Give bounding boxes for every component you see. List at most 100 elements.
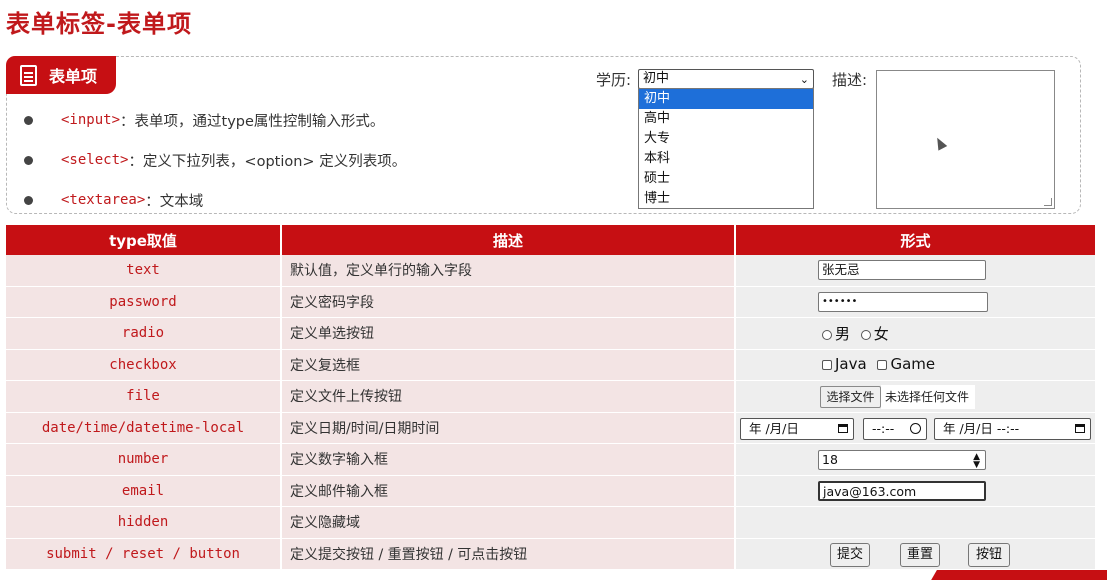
education-label: 学历: — [596, 71, 632, 89]
desc-cell: 定义提交按钮 / 重置按钮 / 可点击按钮 — [282, 538, 736, 570]
dropdown-option[interactable]: 初中 — [639, 89, 813, 109]
table-row: checkbox 定义复选框 Java Game — [6, 349, 1095, 381]
email-input[interactable]: java@163.com — [818, 480, 986, 501]
desc-cell: 默认值，定义单行的输入字段 — [282, 255, 736, 287]
type-cell: submit / reset / button — [6, 538, 282, 570]
desc-cell: 定义日期/时间/日期时间 — [282, 412, 736, 444]
table-row: number 定义数字输入框 18 ▲ ▼ — [6, 444, 1095, 476]
radio-group: 男 女 — [822, 323, 895, 344]
table-row: password 定义密码字段 •••••• — [6, 286, 1095, 318]
form-cell: 选择文件 未选择任何文件 — [736, 381, 1095, 413]
file-status-text: 未选择任何文件 — [881, 385, 975, 409]
time-value: --:-- — [872, 420, 895, 436]
page-title: 表单标签-表单项 — [6, 10, 192, 38]
table-row: file 定义文件上传按钮 选择文件 未选择任何文件 — [6, 381, 1095, 413]
desc-cell: 定义隐藏域 — [282, 507, 736, 539]
bullet-code: <textarea> — [61, 192, 146, 208]
description-textarea[interactable] — [876, 70, 1055, 209]
dropdown-option[interactable]: 硕士 — [639, 169, 813, 189]
clock-icon[interactable] — [910, 422, 921, 434]
date-value: 年 /月/日 — [749, 420, 799, 436]
desc-cell: 定义文件上传按钮 — [282, 381, 736, 413]
desc-cell: 定义复选框 — [282, 349, 736, 381]
desc-cell: 定义邮件输入框 — [282, 475, 736, 507]
table-row: submit / reset / button 定义提交按钮 / 重置按钮 / … — [6, 538, 1095, 570]
bullet-desc: ：表单项，通过type属性控制输入形式。 — [120, 113, 385, 130]
dropdown-option[interactable]: 本科 — [639, 149, 813, 169]
table-row: radio 定义单选按钮 男 女 — [6, 318, 1095, 350]
table-row: email 定义邮件输入框 java@163.com — [6, 475, 1095, 507]
bullet-dot — [24, 115, 33, 125]
table-row: hidden 定义隐藏域 — [6, 507, 1095, 539]
form-cell: java@163.com — [736, 475, 1095, 507]
submit-button[interactable]: 提交 — [830, 542, 870, 567]
checkbox[interactable] — [822, 359, 832, 370]
dropdown-option[interactable]: 高中 — [639, 109, 813, 129]
datetime-value: 年 /月/日 --:-- — [943, 420, 1020, 436]
calendar-icon[interactable] — [838, 423, 848, 433]
bullet-code: <input> — [61, 112, 121, 128]
type-cell: password — [6, 286, 282, 318]
radio-button[interactable] — [860, 330, 871, 340]
type-cell: file — [6, 381, 282, 413]
table-row: date/time/datetime-local 定义日期/时间/日期时间 年 … — [6, 412, 1095, 444]
reset-button[interactable]: 重置 — [900, 542, 940, 567]
form-cell: •••••• — [736, 286, 1095, 318]
mouse-cursor-icon — [932, 135, 948, 151]
bullet-dot — [24, 195, 33, 205]
date-input[interactable]: 年 /月/日 — [740, 417, 854, 440]
checkbox[interactable] — [877, 359, 888, 370]
generic-button[interactable]: 按钮 — [968, 542, 1010, 567]
form-cell: 18 ▲ ▼ — [736, 444, 1095, 476]
chevron-down-icon: ⌄ — [799, 73, 809, 86]
dropdown-option[interactable]: 大专 — [639, 129, 813, 149]
table-row: text 默认值，定义单行的输入字段 张无忌 — [6, 255, 1095, 287]
badge-label: 表单项 — [49, 67, 98, 86]
radio-button[interactable] — [822, 330, 832, 340]
type-cell: number — [6, 444, 282, 476]
form-cell: 年 /月/日 --:-- 年 /月/日 --:-- — [736, 412, 1095, 444]
education-dropdown[interactable]: 初中 高中 大专 本科 硕士 博士 — [638, 88, 814, 209]
password-input[interactable]: •••••• — [818, 291, 988, 312]
bullet-item: <textarea> ：文本域 — [24, 180, 406, 220]
bullet-code: <select> — [61, 152, 129, 168]
radio-label: 女 — [873, 325, 889, 343]
type-cell: hidden — [6, 507, 282, 539]
type-cell: radio — [6, 318, 282, 350]
description-label: 描述: — [832, 71, 868, 89]
column-header-form: 形式 — [736, 225, 1095, 255]
desc-cell: 定义数字输入框 — [282, 444, 736, 476]
resize-handle-icon[interactable] — [1044, 198, 1052, 206]
spinner-icon[interactable]: ▲ ▼ — [973, 453, 980, 470]
checkbox-group: Java Game — [822, 355, 941, 373]
desc-cell: 定义密码字段 — [282, 286, 736, 318]
checkbox-label: Game — [890, 354, 936, 373]
form-cell: 男 女 — [736, 318, 1095, 350]
form-cell — [736, 507, 1095, 539]
datetime-input[interactable]: 年 /月/日 --:-- — [934, 417, 1091, 440]
form-cell: Java Game — [736, 349, 1095, 381]
bullet-item: <select> ：定义下拉列表，<option> 定义列表项。 — [24, 140, 406, 180]
form-cell: 提交 重置 按钮 — [736, 538, 1095, 570]
dropdown-option[interactable]: 博士 — [639, 189, 813, 209]
input-types-table: type取值 描述 形式 text 默认值，定义单行的输入字段 张无忌 pass… — [6, 225, 1095, 570]
column-header-type: type取值 — [6, 225, 282, 255]
type-cell: date/time/datetime-local — [6, 412, 282, 444]
corner-banner — [930, 570, 1107, 580]
calendar-icon[interactable] — [1075, 423, 1085, 433]
type-cell: checkbox — [6, 349, 282, 381]
time-input[interactable]: --:-- — [863, 417, 927, 440]
text-input[interactable]: 张无忌 — [818, 260, 986, 280]
number-input[interactable]: 18 ▲ ▼ — [818, 450, 986, 470]
section-badge: 表单项 — [6, 56, 116, 94]
radio-label: 男 — [835, 325, 851, 343]
bullet-dot — [24, 155, 33, 165]
column-header-description: 描述 — [282, 225, 736, 255]
education-selected-value: 初中 — [643, 71, 670, 86]
type-cell: text — [6, 255, 282, 287]
education-select[interactable]: 初中 ⌄ — [638, 69, 814, 89]
document-icon — [20, 64, 37, 86]
choose-file-button[interactable]: 选择文件 — [820, 386, 881, 408]
bullet-item: <input> ：表单项，通过type属性控制输入形式。 — [24, 100, 406, 140]
desc-cell: 定义单选按钮 — [282, 318, 736, 350]
